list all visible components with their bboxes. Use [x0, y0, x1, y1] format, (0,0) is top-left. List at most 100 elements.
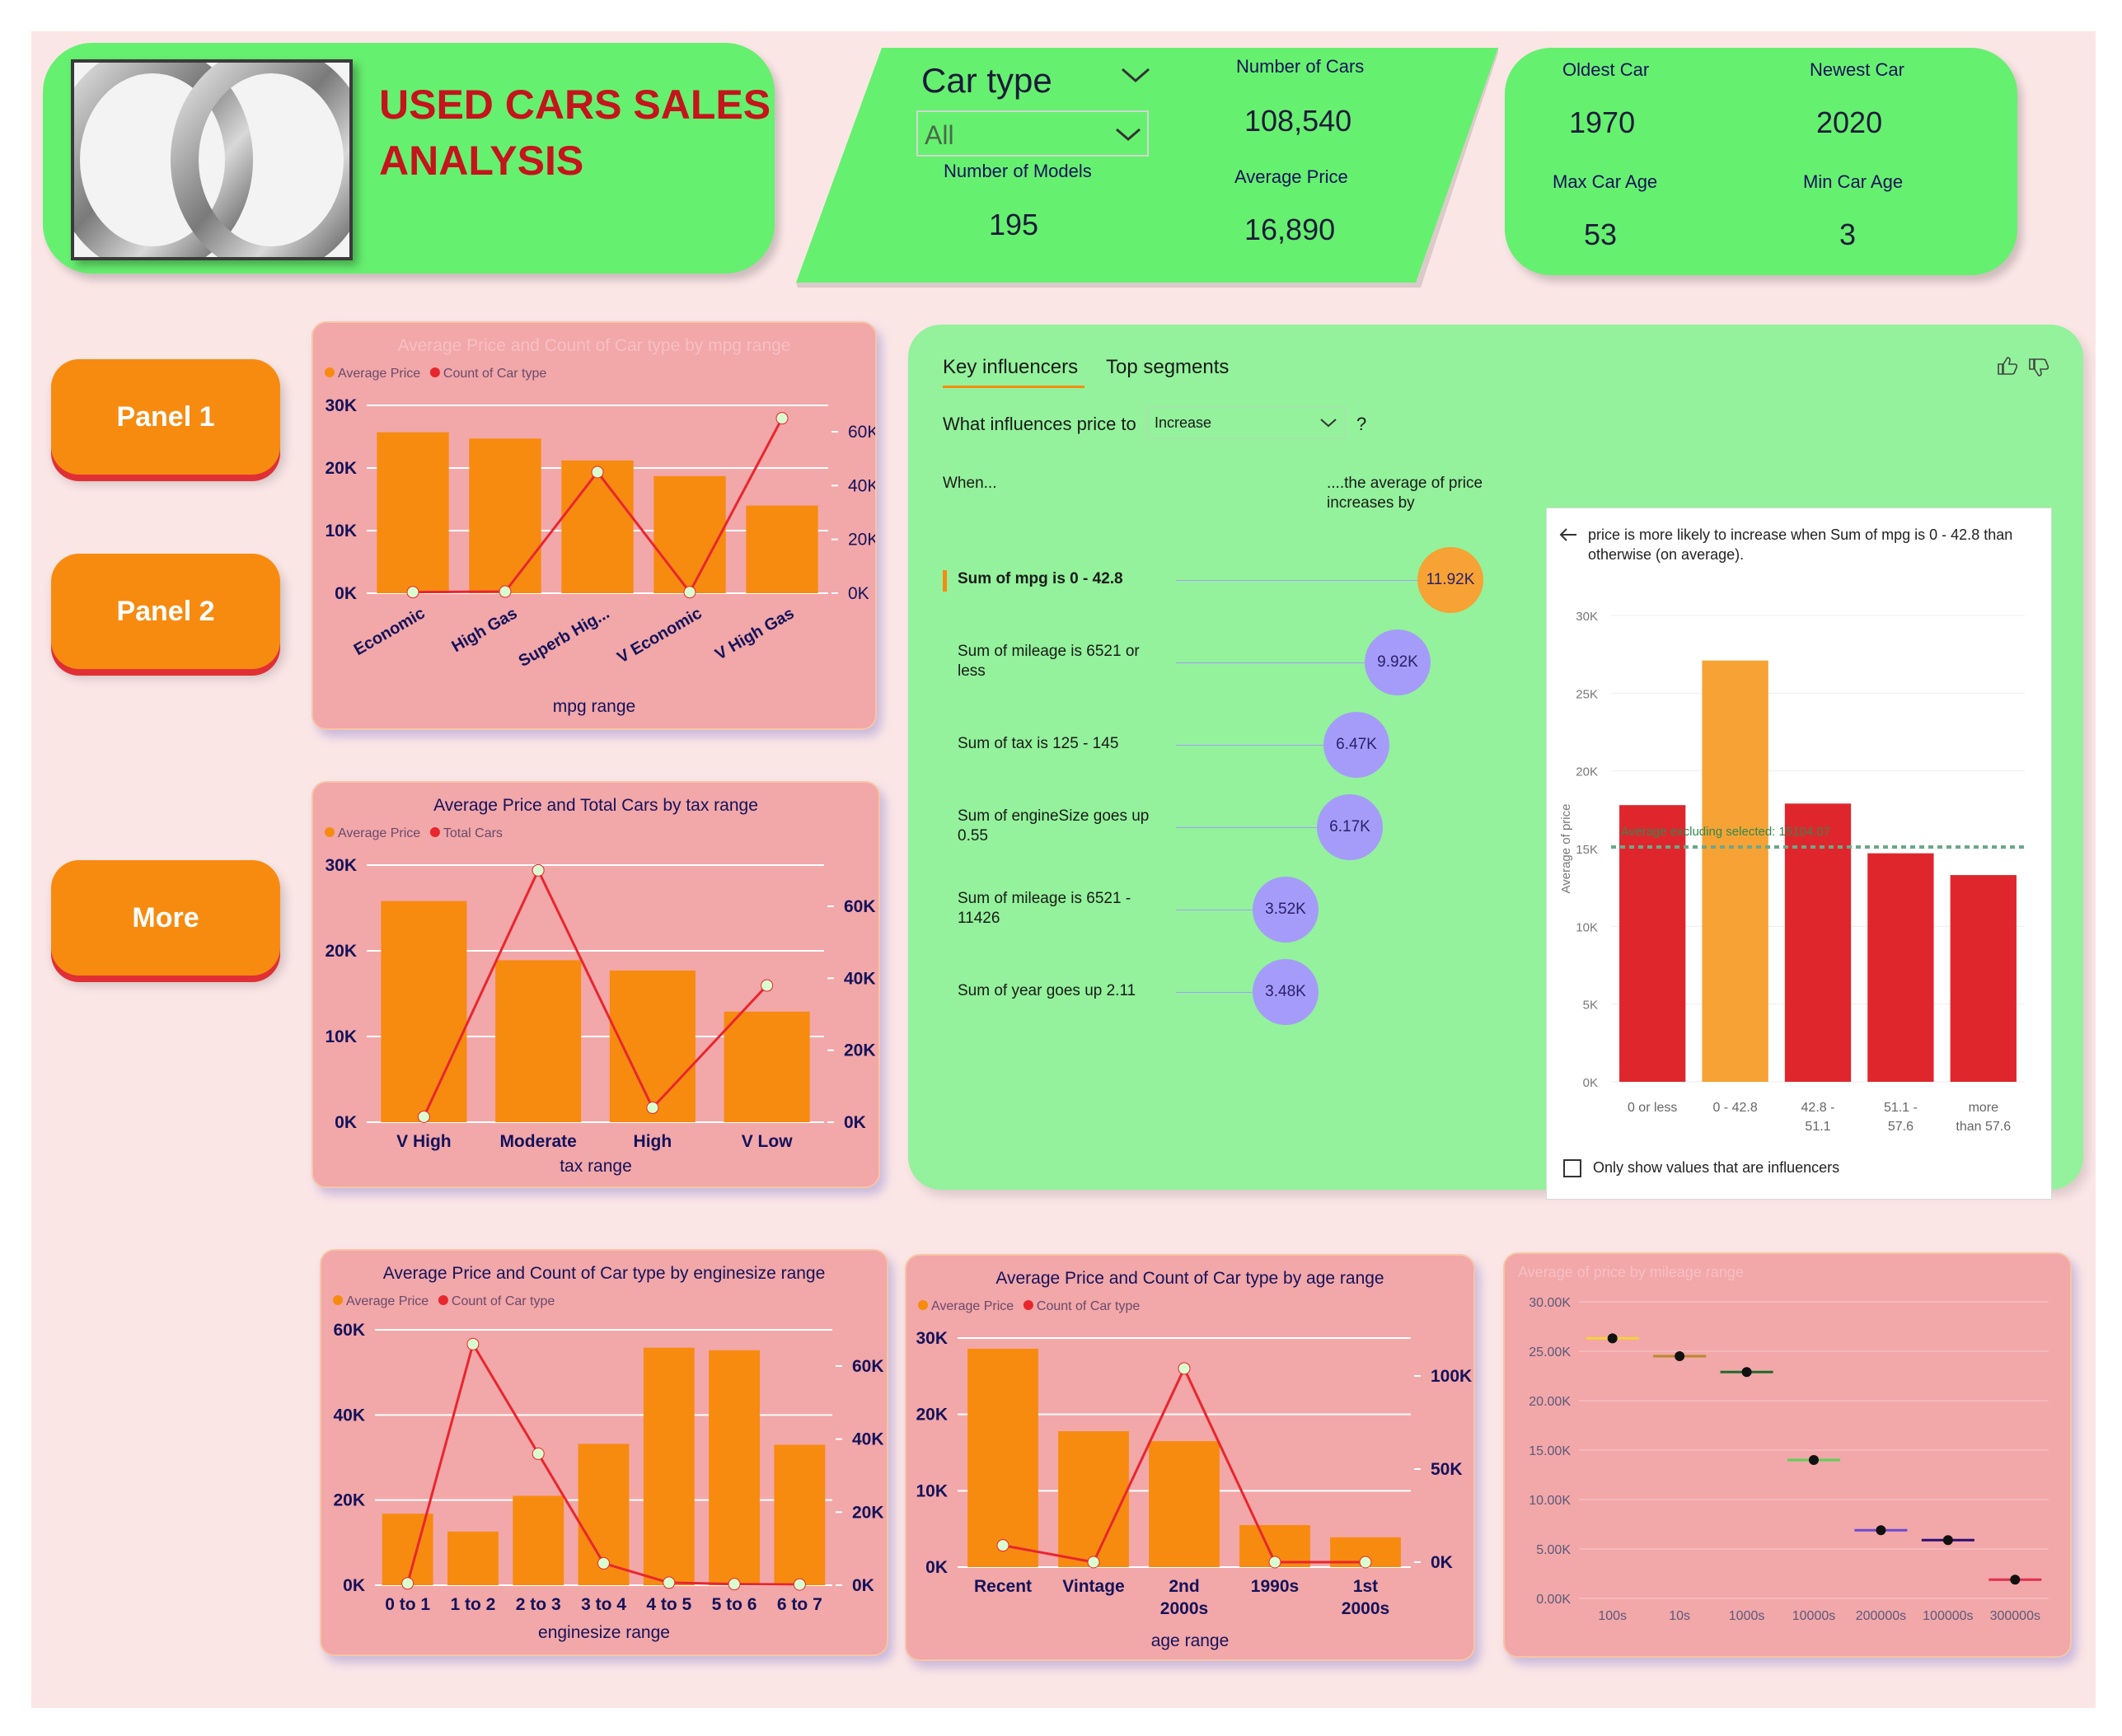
thumbs-down-icon[interactable]	[2027, 356, 2050, 379]
num-cars-value: 108,540	[1244, 104, 1352, 138]
bar	[967, 1348, 1038, 1567]
influence-direction-value: Increase	[1155, 414, 1212, 431]
x-axis-tick: 1990s	[1251, 1577, 1299, 1596]
line-point	[532, 863, 545, 877]
car-type-dropdown[interactable]: All	[916, 110, 1149, 157]
x-axis-tick: 2000s	[1342, 1599, 1389, 1618]
panel1-button[interactable]: Panel 1	[51, 359, 280, 475]
more-button[interactable]: More	[51, 860, 280, 976]
page-title-line2: ANALYSIS	[379, 138, 584, 184]
x-axis-tick: V High	[396, 1132, 452, 1151]
influencer-value-bubble[interactable]: 3.52K	[1253, 877, 1319, 943]
x-axis-tick: 5 to 6	[712, 1595, 757, 1614]
car-type-dropdown-value: All	[925, 120, 954, 150]
y-axis-left-tick: 0K	[335, 584, 357, 603]
influencer-value-bubble[interactable]: 6.17K	[1317, 794, 1383, 860]
y-axis-right-tick: 20K	[844, 1041, 876, 1060]
chevron-down-icon	[1122, 68, 1150, 82]
x-axis-tick: V Low	[742, 1132, 793, 1151]
line-point	[466, 1337, 480, 1350]
age-chart: Average Price and Count of Car type by a…	[916, 1269, 1472, 1650]
x-axis-tick: 10000s	[1792, 1609, 1836, 1623]
influencer-label: Sum of mileage is 6521 or	[958, 643, 1140, 660]
y-axis-tick: 0.00K	[1536, 1593, 1571, 1607]
bar	[709, 1350, 760, 1585]
influencer-label: Sum of mileage is 6521 -	[958, 890, 1131, 907]
line-point	[406, 586, 419, 599]
y-axis-tick: 25.00K	[1529, 1345, 1571, 1359]
line-point	[996, 1539, 1009, 1552]
bar	[381, 901, 467, 1122]
y-axis-left-tick: 0K	[335, 1113, 357, 1132]
when-header: When...	[943, 475, 997, 492]
influencer-value-bubble[interactable]: 3.48K	[1253, 959, 1319, 1025]
x-axis-tick: 10s	[1669, 1609, 1690, 1623]
car-type-collapse-chevron[interactable]	[1119, 63, 1152, 87]
oldest-car-label: Oldest Car	[1562, 59, 1650, 80]
y-axis-tick: 10.00K	[1529, 1494, 1571, 1508]
influencers-only-label: Only show values that are influencers	[1593, 1159, 1840, 1176]
y-axis-right-tick: 0K	[852, 1576, 874, 1595]
chart-title: Average Price and Total Cars by tax rang…	[433, 796, 758, 815]
bar	[653, 475, 726, 593]
x-axis-tick: Vintage	[1062, 1577, 1124, 1596]
influencer-row[interactable]: Sum of mileage is 6521 or less 9.92K	[908, 629, 1543, 745]
question-prefix: What influences price to	[943, 414, 1136, 434]
influence-direction-dropdown[interactable]: Increase	[1147, 407, 1345, 438]
newest-car-value: 2020	[1816, 105, 1883, 139]
bar	[495, 960, 582, 1122]
legend-label-line: Total Cars	[443, 826, 503, 840]
y-axis-left-tick: 10K	[325, 1027, 357, 1046]
line-point	[761, 979, 774, 992]
y-axis-tick: 30K	[1576, 610, 1598, 624]
influencer-value-bubble[interactable]: 11.92K	[1417, 547, 1483, 613]
influencers-only-checkbox[interactable]	[1563, 1159, 1581, 1177]
x-axis-label: mpg range	[553, 697, 635, 716]
x-axis-tick: Moderate	[499, 1132, 576, 1151]
influencer-value-bubble[interactable]: 9.92K	[1365, 629, 1431, 695]
y-axis-right-tick: 60K	[852, 1357, 884, 1376]
influencer-connector	[1176, 580, 1417, 581]
x-axis-tick: 100000s	[1923, 1609, 1973, 1623]
influencer-label: Sum of engineSize goes up	[958, 807, 1150, 825]
mileage-chart-card: Average of price by mileage range 0.00K 5.…	[1503, 1252, 2072, 1658]
y-axis-right-tick: 40K	[848, 476, 875, 495]
y-axis-tick: 20.00K	[1529, 1395, 1571, 1409]
avg-price-value: 16,890	[1244, 213, 1336, 246]
avg-header-line1: ....the average of price	[1327, 475, 1483, 492]
influencer-row[interactable]: Sum of mileage is 6521 - 11426 3.52K	[908, 877, 1543, 992]
header-card: USED CARS SALES ANALYSIS	[43, 43, 775, 274]
page-title-line1: USED CARS SALES	[379, 82, 771, 128]
legend-marker-line	[1023, 1300, 1033, 1310]
y-axis-right-tick: 20K	[852, 1503, 884, 1522]
y-axis-left-tick: 10K	[916, 1481, 948, 1500]
legend-label-bar: Average Price	[346, 1294, 429, 1308]
tab-key-influencers[interactable]: Key influencers	[943, 356, 1078, 379]
x-axis-tick: 200000s	[1856, 1609, 1906, 1623]
data-point	[1942, 1535, 1953, 1546]
dashboard-canvas: USED CARS SALES ANALYSIS Car type All Nu…	[31, 31, 2096, 1708]
x-axis-label: enginesize range	[538, 1623, 670, 1642]
y-axis-tick: 25K	[1576, 687, 1598, 701]
bar	[382, 1514, 433, 1585]
legend-label-bar: Average Price	[931, 1299, 1014, 1313]
influencer-row[interactable]: Sum of year goes up 2.11 3.48K	[908, 959, 1543, 1074]
tab-top-segments[interactable]: Top segments	[1106, 356, 1229, 379]
line-point	[1359, 1556, 1372, 1569]
influencer-connector	[1176, 992, 1253, 993]
thumbs-up-icon[interactable]	[1996, 354, 2019, 377]
y-axis-left-tick: 20K	[916, 1406, 948, 1425]
mpg-chart: Average Price and Count of Car type by m…	[325, 336, 878, 716]
y-axis-left-tick: 40K	[333, 1406, 365, 1425]
age-kpi-card: Oldest Car 1970 Newest Car 2020 Max Car …	[1505, 48, 2017, 275]
influencer-label: Sum of mpg is 0 - 42.8	[958, 570, 1123, 587]
num-models-value: 195	[989, 208, 1039, 241]
x-axis-tick: High	[634, 1132, 672, 1151]
x-axis-tick: 100s	[1598, 1609, 1627, 1623]
panel2-button[interactable]: Panel 2	[51, 554, 280, 669]
back-arrow-icon[interactable]	[1558, 526, 1578, 543]
line-point	[532, 1447, 545, 1460]
engine-chart-card: Average Price and Count of Car type by e…	[320, 1249, 888, 1656]
x-axis-tick: 0 to 1	[385, 1595, 430, 1614]
influencer-value-bubble[interactable]: 6.47K	[1323, 712, 1389, 778]
